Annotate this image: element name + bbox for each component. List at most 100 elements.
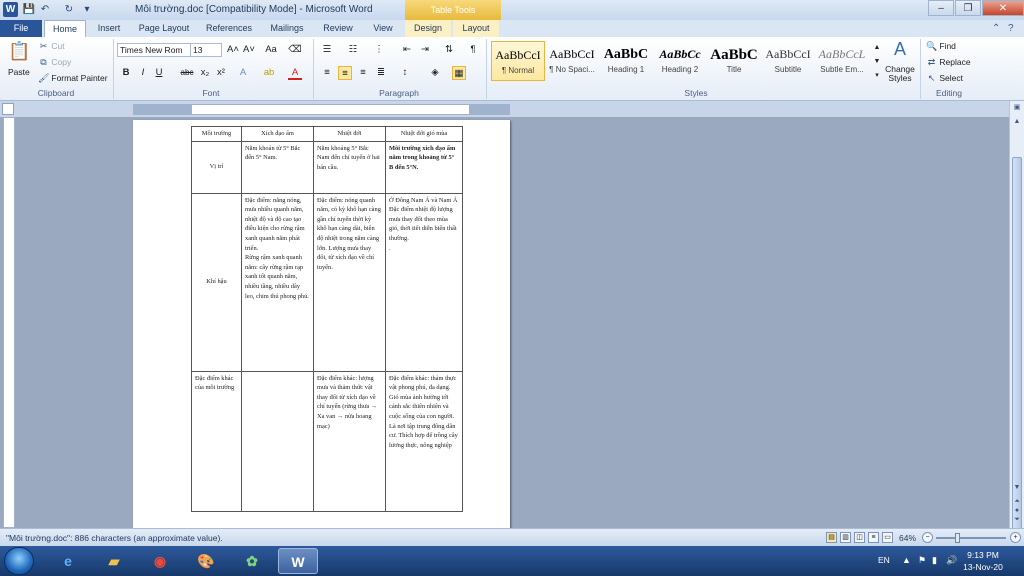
file-explorer-icon[interactable]: ▰ (94, 548, 134, 574)
bullets-icon[interactable]: ☰ (320, 43, 334, 57)
tab-home[interactable]: Home (44, 20, 86, 37)
table-cell[interactable]: Đặc điểm khác: lượng mưa và thảm thức vậ… (313, 370, 386, 512)
style-no-spacing[interactable]: AaBbCcI ¶ No Spaci... (545, 41, 599, 81)
document-page[interactable]: Môi trường Xích đạo ẩm Nhiệt đới Nhiệt đ… (133, 120, 510, 528)
action-center-icon[interactable]: ⚑ (918, 555, 926, 566)
chrome-icon[interactable]: ◉ (140, 548, 180, 574)
font-size-select[interactable]: 13 (190, 43, 222, 57)
help-icon[interactable]: ? (1008, 23, 1014, 34)
style-heading-1[interactable]: AaBbC Heading 1 (599, 41, 653, 81)
draft-view-icon[interactable]: ▭ (882, 532, 893, 543)
increase-indent-icon[interactable]: ⇥ (418, 43, 432, 57)
zoom-slider[interactable] (936, 537, 1006, 539)
zoom-slider-handle[interactable] (955, 533, 960, 543)
volume-icon[interactable]: 🔊 (946, 555, 957, 566)
zoom-level[interactable]: 64% (899, 533, 916, 543)
align-center-icon[interactable]: ≡ (338, 66, 352, 80)
replace-button[interactable]: ⇄ Replace (926, 57, 971, 68)
paste-icon[interactable]: 📋 (8, 41, 30, 65)
paint-icon[interactable]: 🎨 (186, 548, 226, 574)
tab-references[interactable]: References (202, 20, 256, 37)
word-taskbar-icon[interactable]: W (278, 548, 318, 574)
app-icon[interactable]: ✿ (232, 548, 272, 574)
italic-icon[interactable]: I (136, 66, 150, 80)
restore-button[interactable]: ❐ (955, 0, 981, 16)
table-cell[interactable]: Ở Đông Nam Á và Nam Á Đặc điểm nhiệt độ … (385, 192, 463, 372)
style-title[interactable]: AaBbC Title (707, 41, 761, 81)
superscript-icon[interactable]: x² (214, 66, 228, 80)
line-spacing-icon[interactable]: ↕ (398, 66, 412, 80)
tab-insert[interactable]: Insert (90, 20, 128, 37)
subscript-icon[interactable]: x₂ (198, 66, 212, 80)
undo-icon[interactable]: ↶ (38, 3, 52, 16)
underline-icon[interactable]: U (152, 66, 166, 80)
borders-icon[interactable]: ▦ (452, 66, 466, 80)
style-subtitle[interactable]: AaBbCcI Subtitle (761, 41, 815, 81)
vertical-ruler[interactable] (3, 117, 15, 528)
table-cell[interactable]: Môi trường xích đạo ẩm nằm trong khoảng … (385, 140, 463, 194)
tab-selector-icon[interactable] (2, 103, 14, 115)
align-left-icon[interactable]: ≡ (320, 66, 334, 80)
print-layout-view-icon[interactable]: ▤ (826, 532, 837, 543)
style-normal[interactable]: AaBbCcI ¶ Normal (491, 41, 545, 81)
multilevel-list-icon[interactable]: ⋮ (372, 43, 386, 57)
tab-layout[interactable]: Layout (453, 20, 499, 37)
table-header-cell[interactable]: Xích đạo ẩm (241, 126, 314, 142)
ribbon-minimize-icon[interactable]: ⌃ (992, 23, 1000, 34)
align-right-icon[interactable]: ≡ (356, 66, 370, 80)
start-button[interactable] (4, 547, 34, 575)
change-styles-icon[interactable]: A (886, 39, 914, 60)
table-cell[interactable]: Đặc điểm: nóng quanh năm, có kỳ khô hạn … (313, 192, 386, 372)
shading-icon[interactable]: ◈ (428, 66, 442, 80)
language-indicator[interactable]: EN (878, 555, 890, 565)
document-table[interactable]: Môi trường Xích đạo ẩm Nhiệt đới Nhiệt đ… (191, 126, 463, 512)
change-styles-button[interactable]: Change Styles (881, 65, 919, 83)
table-cell[interactable]: Nằm khoảng 5° Bắc Nam đến chí tuyến ở ha… (313, 140, 386, 194)
scrollbar-thumb[interactable] (1012, 157, 1022, 537)
tab-mailings[interactable]: Mailings (264, 20, 310, 37)
clear-formatting-icon[interactable]: ⌫ (288, 43, 302, 57)
grow-font-icon[interactable]: A˄ (226, 43, 240, 57)
table-header-cell[interactable]: Nhiệt đới gió mùa (385, 126, 463, 142)
highlight-icon[interactable]: ab (262, 66, 276, 80)
select-button[interactable]: ↖ Select (926, 73, 963, 84)
horizontal-ruler[interactable] (133, 104, 510, 115)
zoom-out-icon[interactable]: − (922, 532, 933, 543)
decrease-indent-icon[interactable]: ⇤ (400, 43, 414, 57)
text-effects-icon[interactable]: A (236, 66, 250, 80)
table-header-cell[interactable]: Môi trường (191, 126, 242, 142)
bold-icon[interactable]: B (119, 66, 133, 80)
vertical-scrollbar[interactable]: ▣ ▲ ▼ ⏶ ● ⏷ (1009, 101, 1024, 537)
font-family-select[interactable]: Times New Rom (117, 43, 191, 57)
numbering-icon[interactable]: ☷ (346, 43, 360, 57)
style-heading-2[interactable]: AaBbCc Heading 2 (653, 41, 707, 81)
row-label-cell[interactable]: Vị trí (191, 140, 242, 194)
scroll-down-icon[interactable]: ▼ (1012, 483, 1022, 493)
document-workspace[interactable]: Môi trường Xích đạo ẩm Nhiệt đới Nhiệt đ… (16, 117, 1009, 528)
find-button[interactable]: 🔍 Find (926, 41, 956, 52)
style-subtle-emphasis[interactable]: AaBbCcL Subtle Em... (815, 41, 869, 81)
table-cell[interactable]: Đặc điểm: nắng nóng, mưa nhiều quanh năm… (241, 192, 314, 372)
tab-file[interactable]: File (0, 20, 42, 37)
show-marks-icon[interactable]: ¶ (466, 43, 480, 57)
scroll-up-icon[interactable]: ▲ (1012, 117, 1022, 127)
ruler-toggle-icon[interactable]: ▣ (1012, 103, 1022, 113)
tab-view[interactable]: View (366, 20, 400, 37)
table-cell[interactable] (241, 370, 314, 512)
tab-page-layout[interactable]: Page Layout (134, 20, 194, 37)
tab-review[interactable]: Review (318, 20, 358, 37)
close-button[interactable]: ✕ (982, 0, 1024, 16)
zoom-in-icon[interactable]: + (1010, 532, 1021, 543)
row-label-cell[interactable]: Khí hậu (191, 192, 242, 372)
word-app-icon[interactable]: W (3, 2, 18, 17)
next-page-icon[interactable]: ⏷ (1012, 515, 1022, 525)
justify-icon[interactable]: ≣ (374, 66, 388, 80)
sort-icon[interactable]: ⇅ (442, 43, 456, 57)
cut-button[interactable]: ✂ Cut (38, 41, 65, 52)
tab-design[interactable]: Design (405, 20, 451, 37)
strikethrough-icon[interactable]: abc (180, 66, 194, 80)
full-screen-view-icon[interactable]: ▥ (840, 532, 851, 543)
save-icon[interactable]: 💾 (22, 3, 36, 16)
table-cell[interactable]: Đặc điểm khác: thảm thực vật phong phú, … (385, 370, 463, 512)
copy-button[interactable]: ⧉ Copy (38, 57, 71, 68)
